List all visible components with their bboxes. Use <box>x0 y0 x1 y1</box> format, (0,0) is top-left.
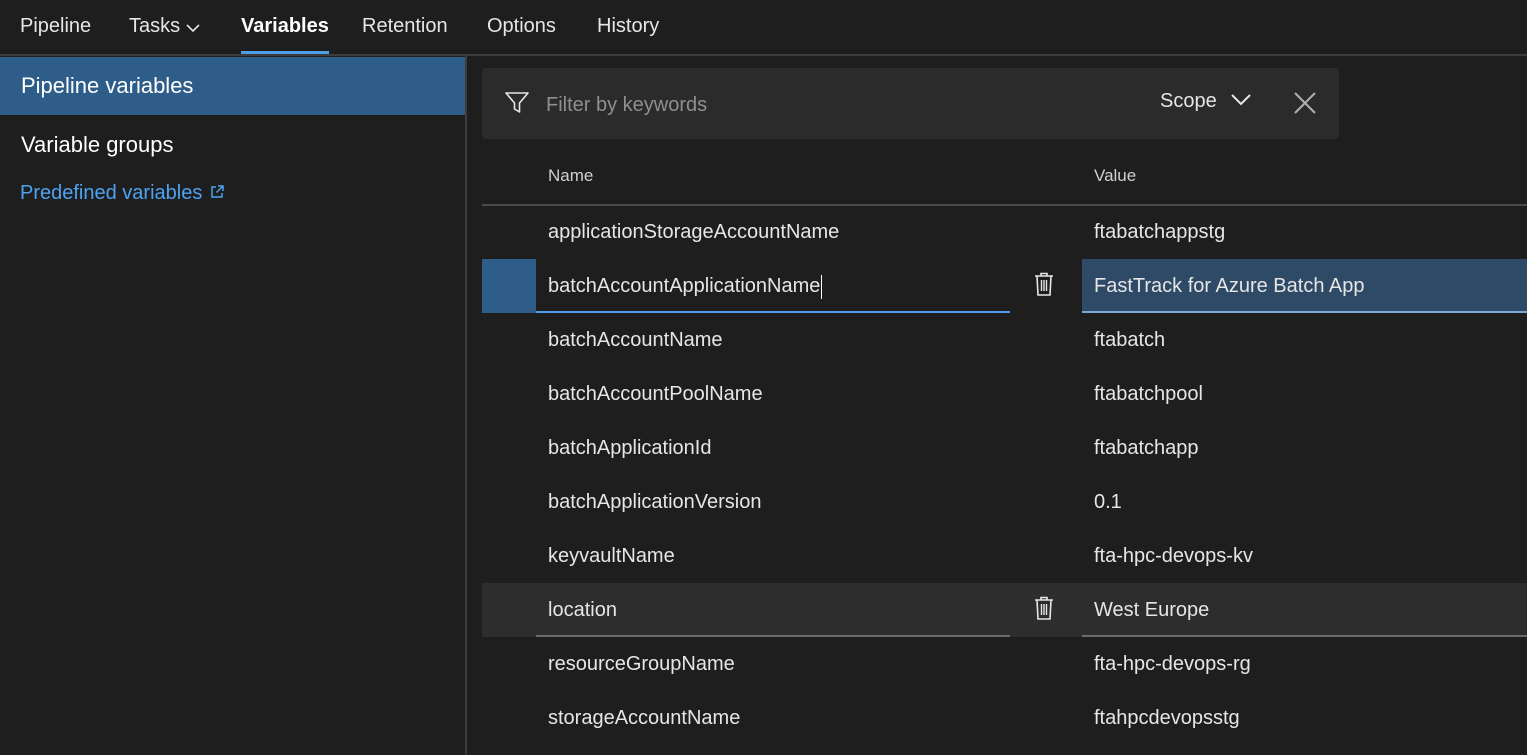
variable-name: keyvaultName <box>548 545 675 567</box>
variable-name: batchAccountApplicationName <box>548 259 823 313</box>
link-label: Predefined variables <box>20 182 203 204</box>
predefined-variables-link[interactable]: Predefined variables <box>20 182 225 205</box>
variable-name: applicationStorageAccountName <box>548 221 840 243</box>
trash-icon[interactable] <box>1034 272 1054 301</box>
name-column-header: Name <box>548 166 594 185</box>
table-row[interactable]: storageAccountName ftahpcdevopsstg <box>482 691 1527 745</box>
nav-item-label: Pipeline variables <box>21 73 194 98</box>
chevron-down-icon <box>186 1 200 53</box>
tab-variables[interactable]: Variables <box>241 0 329 54</box>
nav-item-label: Variable groups <box>21 132 174 157</box>
table-row[interactable]: applicationStorageAccountName ftabatchap… <box>482 205 1527 259</box>
table-row[interactable]: keyvaultName fta-hpc-devops-kv <box>482 529 1527 583</box>
text-caret <box>821 274 823 299</box>
table-row[interactable]: batchAccountApplicationName FastTrack fo… <box>482 259 1527 313</box>
filter-icon <box>504 90 530 121</box>
table-row[interactable]: batchAccountName ftabatch <box>482 313 1527 367</box>
tab-retention[interactable]: Retention <box>362 0 448 54</box>
variable-value: 0.1 <box>1094 491 1122 513</box>
chevron-down-icon[interactable] <box>1230 93 1252 112</box>
variable-name: batchAccountName <box>548 329 723 351</box>
variable-value: ftabatch <box>1094 329 1166 351</box>
nav-item-variable-groups[interactable]: Variable groups <box>0 116 465 174</box>
tab-label: Pipeline <box>20 15 92 37</box>
nav-item-pipeline-variables[interactable]: Pipeline variables <box>0 57 465 115</box>
variable-value: West Europe <box>1094 599 1210 621</box>
variable-name: batchApplicationVersion <box>548 491 762 513</box>
table-row[interactable]: batchApplicationId ftabatchapp <box>482 421 1527 475</box>
variable-value: ftabatchappstg <box>1094 221 1226 243</box>
variable-value: ftabatchpool <box>1094 383 1203 405</box>
tab-label: Retention <box>362 15 448 37</box>
tab-pipeline[interactable]: Pipeline <box>20 0 91 54</box>
table-row[interactable]: location West Europe <box>482 583 1527 637</box>
tab-bar: Pipeline Tasks Variables Retention Optio… <box>0 0 1527 56</box>
close-icon[interactable] <box>1292 90 1318 121</box>
variable-value: fta-hpc-devops-kv <box>1094 545 1253 567</box>
variable-value: fta-hpc-devops-rg <box>1094 653 1251 675</box>
scope-dropdown[interactable]: Scope <box>1160 90 1217 113</box>
variable-name: location <box>548 599 617 621</box>
row-selection-indicator <box>482 259 536 313</box>
table-row[interactable]: batchApplicationVersion 0.1 <box>482 475 1527 529</box>
variable-name-text: batchAccountApplicationName <box>548 275 821 297</box>
filter-keywords-input[interactable] <box>544 86 1088 124</box>
tab-label: Variables <box>241 15 329 37</box>
variable-value: FastTrack for Azure Batch App <box>1094 275 1365 297</box>
variable-value: ftahpcdevopsstg <box>1094 707 1240 729</box>
table-row[interactable]: batchAccountPoolName ftabatchpool <box>482 367 1527 421</box>
external-link-icon <box>210 182 225 205</box>
tab-label: Options <box>487 15 556 37</box>
table-header: Name Value <box>482 160 1527 206</box>
variable-name: resourceGroupName <box>548 653 735 675</box>
variable-name: batchAccountPoolName <box>548 383 763 405</box>
filter-bar: Scope <box>482 68 1339 139</box>
tab-history[interactable]: History <box>597 0 659 54</box>
tab-tasks[interactable]: Tasks <box>129 0 200 54</box>
tab-options[interactable]: Options <box>487 0 556 54</box>
trash-icon[interactable] <box>1034 596 1054 625</box>
table-row[interactable]: resourceGroupName fta-hpc-devops-rg <box>482 637 1527 691</box>
value-column-header: Value <box>1094 166 1137 185</box>
variable-value: ftabatchapp <box>1094 437 1199 459</box>
variables-nav-panel: Pipeline variables Variable groups Prede… <box>0 56 467 755</box>
variable-name: batchApplicationId <box>548 437 712 459</box>
tab-label: History <box>597 15 660 37</box>
tab-label: Tasks <box>129 15 181 37</box>
variable-name: storageAccountName <box>548 707 741 729</box>
